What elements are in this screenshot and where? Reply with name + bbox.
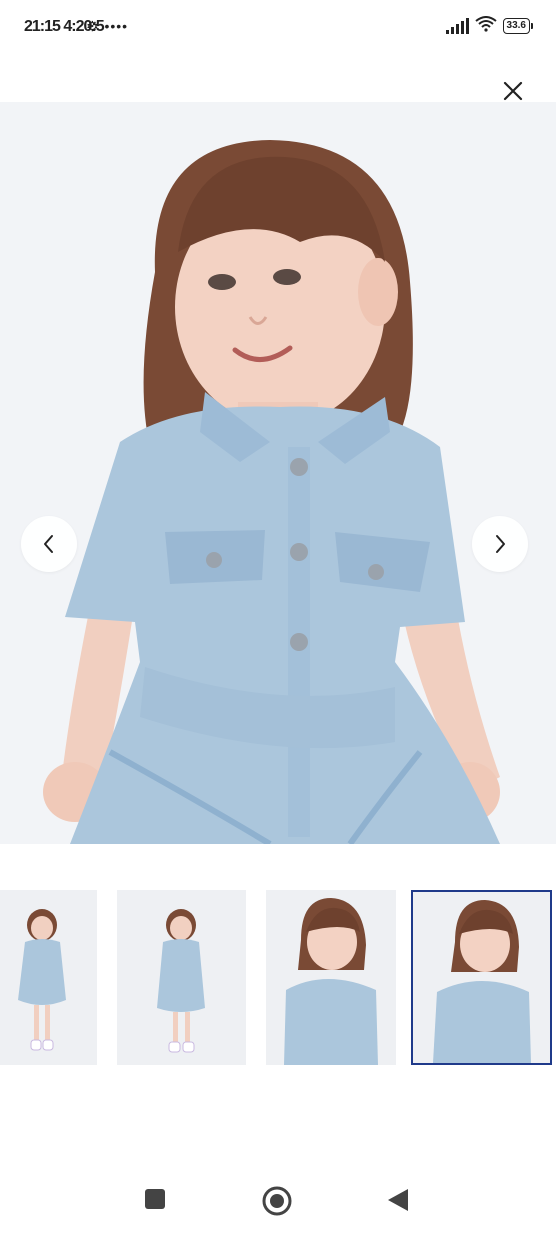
status-bar: 21:15 4:20:5 ⚙ •••• 33.6 <box>0 0 556 56</box>
home-button[interactable] <box>261 1185 293 1222</box>
back-button[interactable] <box>386 1188 410 1217</box>
signal-icon <box>445 17 469 34</box>
circle-icon <box>262 1186 292 1216</box>
chevron-left-icon <box>44 535 53 553</box>
thumbnail-strip <box>0 890 556 1066</box>
next-image-button[interactable] <box>472 516 528 572</box>
full-body-photo-thumbnail <box>117 890 246 1065</box>
child-denim-dress-photo <box>0 102 556 844</box>
square-icon <box>145 1189 165 1209</box>
notification-icons: ⚙ •••• <box>86 18 129 34</box>
status-right-icons: 33.6 <box>445 16 534 35</box>
previous-image-button[interactable] <box>21 516 77 572</box>
thumbnail-4-selected[interactable] <box>411 890 552 1065</box>
thumbnail-2[interactable] <box>117 890 246 1065</box>
wifi-icon <box>474 16 497 35</box>
thumbnail-3[interactable] <box>266 890 396 1065</box>
triangle-back-icon <box>388 1189 408 1211</box>
full-body-photo-thumbnail <box>0 890 97 1065</box>
battery-icon: 33.6 <box>502 17 534 34</box>
half-body-photo-thumbnail <box>266 890 396 1065</box>
system-navigation-bar <box>0 1160 556 1235</box>
main-product-image[interactable] <box>0 102 556 844</box>
chevron-right-icon <box>496 535 505 553</box>
thumbnail-1[interactable] <box>0 890 97 1065</box>
half-body-photo-thumbnail <box>413 892 550 1063</box>
recents-button[interactable] <box>144 1188 166 1215</box>
